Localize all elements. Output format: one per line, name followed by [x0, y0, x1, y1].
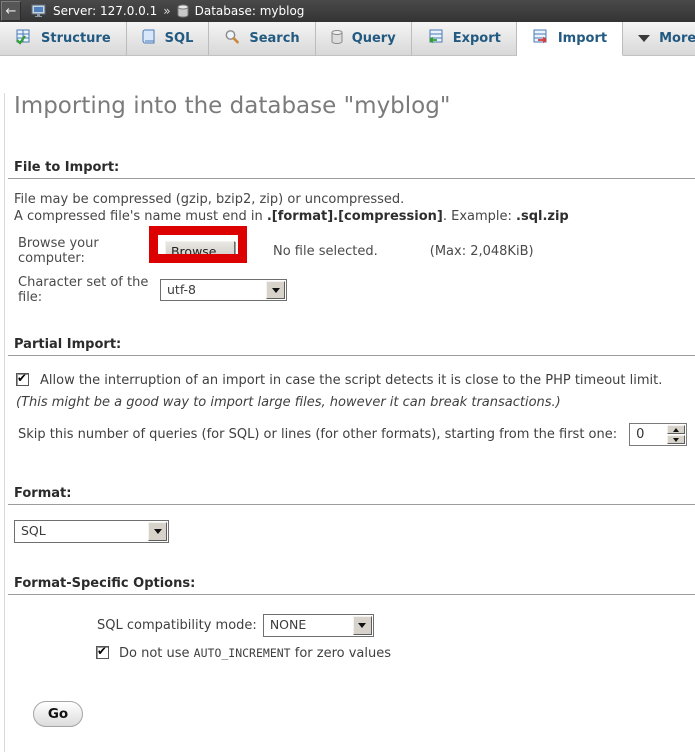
page-title: Importing into the database "myblog" — [14, 93, 695, 119]
database-icon — [177, 4, 189, 18]
import-icon — [532, 29, 549, 49]
charset-selected-value: utf-8 — [161, 280, 265, 300]
tab-label: Import — [558, 31, 607, 46]
content-left-border — [4, 93, 5, 752]
breadcrumb-bar: ← Server: 127.0.0.1 » Database: myblog — [0, 0, 695, 22]
spinner-up-icon[interactable] — [667, 425, 685, 434]
server-icon — [31, 4, 47, 18]
tab-sql[interactable]: SQL — [127, 22, 210, 55]
sql-compat-select-arrow-icon[interactable] — [353, 616, 372, 635]
section-heading-file-to-import: File to Import: — [8, 160, 695, 179]
structure-icon — [15, 29, 32, 49]
back-button[interactable]: ← — [1, 1, 21, 21]
tab-structure[interactable]: Structure — [0, 22, 127, 55]
breadcrumb-server-link[interactable]: Server: 127.0.0.1 — [53, 4, 157, 18]
format-compression-hint: .[format].[compression] — [267, 209, 443, 224]
charset-label: Character set of the file: — [18, 275, 160, 305]
spinner-controls — [667, 425, 685, 444]
go-button[interactable]: Go — [33, 701, 83, 727]
tab-label: More — [659, 31, 695, 46]
tab-more[interactable]: More — [623, 22, 695, 55]
zero-values-text-prefix: Do not use — [119, 646, 194, 661]
charset-select-arrow-icon[interactable] — [266, 281, 285, 299]
breadcrumb-database-link[interactable]: Database: myblog — [195, 4, 305, 18]
no-file-selected-text: No file selected. — [273, 244, 378, 259]
format-select[interactable]: SQL — [14, 520, 169, 543]
query-icon — [331, 29, 343, 49]
spinner-down-icon[interactable] — [667, 435, 685, 444]
format-selected-value: SQL — [15, 521, 147, 542]
browse-button[interactable]: Browse… — [165, 241, 235, 261]
sql-compat-select[interactable]: NONE — [263, 614, 374, 637]
tab-label: SQL — [165, 31, 194, 46]
auto-increment-code: AUTO_INCREMENT — [194, 646, 291, 660]
section-heading-format: Format: — [8, 486, 695, 505]
checkmark-icon: ✔ — [17, 371, 27, 385]
skip-queries-spinbox — [629, 423, 687, 446]
skip-queries-row: Skip this number of queries (for SQL) or… — [18, 423, 695, 446]
export-icon — [427, 29, 444, 49]
search-icon — [224, 29, 240, 49]
file-description-line2: A compressed file's name must end in .[f… — [14, 208, 695, 225]
tab-label: Query — [352, 31, 396, 46]
skip-queries-label: Skip this number of queries (for SQL) or… — [18, 427, 617, 442]
main-content: Importing into the database "myblog" Fil… — [0, 93, 695, 752]
back-arrow-icon: ← — [6, 5, 17, 18]
charset-row: Character set of the file: utf-8 — [18, 275, 695, 305]
tab-label: Export — [453, 31, 501, 46]
example-extension: .sql.zip — [516, 209, 569, 224]
checkmark-icon: ✔ — [97, 644, 107, 658]
section-heading-partial-import: Partial Import: — [8, 337, 695, 356]
section-heading-format-specific-options: Format-Specific Options: — [8, 576, 695, 595]
tab-export[interactable]: Export — [412, 22, 517, 55]
charset-select[interactable]: utf-8 — [160, 279, 287, 301]
format-select-arrow-icon[interactable] — [148, 522, 167, 541]
sql-compat-selected-value: NONE — [264, 615, 352, 636]
tab-label: Search — [249, 31, 299, 46]
tab-label: Structure — [41, 31, 111, 46]
sql-compat-label: SQL compatibility mode: — [97, 618, 257, 633]
tab-query[interactable]: Query — [316, 22, 412, 55]
sql-compat-row: SQL compatibility mode: NONE — [97, 614, 695, 637]
allow-interruption-checkbox[interactable]: ✔ — [16, 373, 29, 386]
chevron-down-icon — [638, 35, 650, 42]
allow-interruption-text: Allow the interruption of an import in c… — [40, 373, 662, 388]
browse-label: Browse your computer: — [18, 236, 165, 266]
tab-import[interactable]: Import — [517, 22, 623, 56]
tab-search[interactable]: Search — [209, 22, 315, 55]
file-description: File may be compressed (gzip, bzip2, zip… — [14, 191, 695, 225]
skip-queries-input[interactable] — [630, 424, 666, 445]
zero-values-row: ✔ Do not use AUTO_INCREMENT for zero valu… — [96, 646, 695, 661]
breadcrumb-separator: » — [163, 4, 170, 18]
allow-interruption-note: (This might be a good way to import larg… — [16, 395, 561, 410]
max-upload-size: (Max: 2,048KiB) — [430, 244, 534, 259]
sql-icon — [142, 29, 156, 49]
allow-interruption-row: ✔ Allow the interruption of an import in … — [16, 370, 690, 414]
zero-values-text-suffix: for zero values — [291, 646, 391, 661]
zero-values-checkbox[interactable]: ✔ — [96, 646, 109, 659]
browse-row: Browse your computer: Browse… No file se… — [18, 240, 695, 262]
file-description-line1: File may be compressed (gzip, bzip2, zip… — [14, 191, 695, 208]
tab-bar: Structure SQL Search Query — [0, 22, 695, 56]
